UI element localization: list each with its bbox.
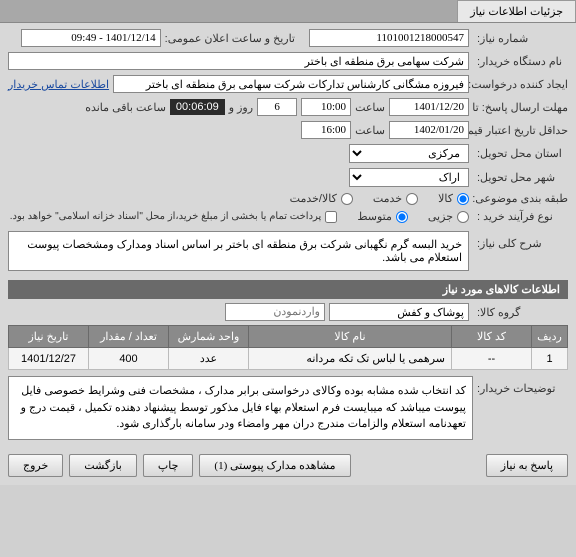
- goods-group-code-input[interactable]: [225, 303, 325, 321]
- goods-group-input[interactable]: [329, 303, 469, 321]
- cat-service-label: خدمت: [373, 192, 402, 205]
- contact-buyer-link[interactable]: اطلاعات تماس خریدار: [8, 78, 109, 91]
- print-button[interactable]: چاپ: [143, 454, 194, 477]
- table-row[interactable]: 1 -- سرهمی یا لباس تک تکه مردانه عدد 400…: [9, 348, 568, 370]
- td-name: سرهمی یا لباس تک تکه مردانه: [249, 348, 452, 370]
- td-row: 1: [532, 348, 568, 370]
- td-qty: 400: [89, 348, 169, 370]
- category-label: طبقه بندی موضوعی:: [473, 192, 568, 205]
- creator-label: ایجاد کننده درخواست:: [473, 78, 568, 91]
- th-date: تاریخ نیاز: [9, 326, 89, 348]
- pt-note: پرداخت تمام یا بخشی از مبلغ خرید،از محل …: [10, 211, 322, 222]
- td-code: --: [452, 348, 532, 370]
- goods-section-header: اطلاعات کالاهای مورد نیاز: [8, 280, 568, 299]
- deadline-time-input[interactable]: [301, 98, 351, 116]
- desc-label: شرح کلی نیاز:: [473, 231, 568, 250]
- city-label: شهر محل تحویل:: [473, 171, 568, 184]
- pt-medium-label: متوسط: [357, 210, 392, 223]
- cat-both-label: کالا/خدمت: [290, 192, 337, 205]
- th-qty: تعداد / مقدار: [89, 326, 169, 348]
- announce-input[interactable]: [21, 29, 161, 47]
- deadline-label: مهلت ارسال پاسخ: تا تاریخ:: [473, 101, 568, 114]
- radio-both[interactable]: [341, 193, 353, 205]
- remaining-label: ساعت باقی مانده: [85, 101, 166, 114]
- th-name: نام کالا: [249, 326, 452, 348]
- deadline-date-input[interactable]: [389, 98, 469, 116]
- need-description: خرید البسه گرم نگهبانی شرکت برق منطقه ای…: [8, 231, 469, 271]
- th-code: کد کالا: [452, 326, 532, 348]
- city-select[interactable]: اراک: [349, 168, 469, 187]
- radio-small[interactable]: [457, 211, 469, 223]
- validity-time-input[interactable]: [301, 121, 351, 139]
- tab-need-details[interactable]: جزئیات اطلاعات نیاز: [457, 0, 576, 22]
- treasury-checkbox[interactable]: [325, 211, 337, 223]
- buyer-org-input[interactable]: [8, 52, 469, 70]
- th-row: ردیف: [532, 326, 568, 348]
- exit-button[interactable]: خروج: [8, 454, 63, 477]
- validity-date-input[interactable]: [389, 121, 469, 139]
- validity-label: حداقل تاریخ اعتبار قیمت: تا تاریخ:: [473, 124, 568, 137]
- cat-goods-label: کالا: [438, 192, 453, 205]
- pt-small-label: جزیی: [428, 210, 453, 223]
- time-label-1: ساعت: [355, 101, 385, 114]
- attachments-button[interactable]: مشاهده مدارک پیوستی (1): [199, 454, 350, 477]
- back-button[interactable]: بازگشت: [69, 454, 137, 477]
- creator-input[interactable]: [113, 75, 469, 93]
- days-input: [257, 98, 297, 116]
- purchase-type-label: نوع فرآیند خرید :: [473, 210, 568, 223]
- goods-group-label: گروه کالا:: [473, 306, 568, 319]
- province-label: استان محل تحویل:: [473, 147, 568, 160]
- reply-button[interactable]: پاسخ به نیاز: [486, 454, 568, 477]
- province-select[interactable]: مرکزی: [349, 144, 469, 163]
- need-number-input[interactable]: [309, 29, 469, 47]
- td-date: 1401/12/27: [9, 348, 89, 370]
- radio-service[interactable]: [406, 193, 418, 205]
- radio-goods[interactable]: [457, 193, 469, 205]
- buyer-org-label: نام دستگاه خریدار:: [473, 55, 568, 68]
- th-unit: واحد شمارش: [169, 326, 249, 348]
- days-and-label: روز و: [229, 101, 253, 114]
- td-unit: عدد: [169, 348, 249, 370]
- announce-label: تاریخ و ساعت اعلان عمومی:: [165, 32, 295, 45]
- goods-table: ردیف کد کالا نام کالا واحد شمارش تعداد /…: [8, 325, 568, 370]
- radio-medium[interactable]: [396, 211, 408, 223]
- remaining-time: 00:06:09: [170, 99, 225, 115]
- time-label-2: ساعت: [355, 124, 385, 137]
- need-number-label: شماره نیاز:: [473, 32, 568, 45]
- buyer-notes-text: کد انتخاب شده مشابه بوده وکالای درخواستی…: [8, 376, 473, 440]
- buyer-notes-label: توضیحات خریدار:: [473, 376, 568, 440]
